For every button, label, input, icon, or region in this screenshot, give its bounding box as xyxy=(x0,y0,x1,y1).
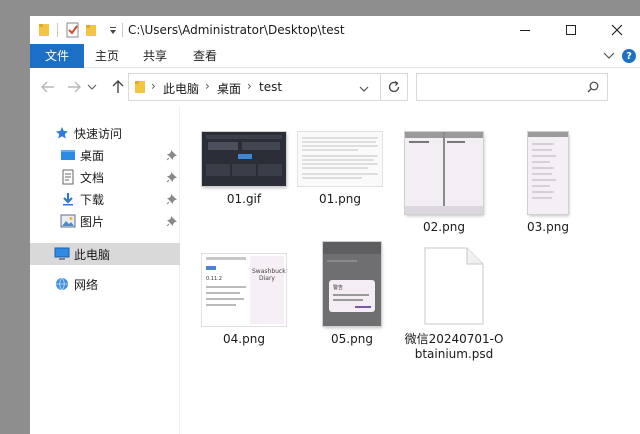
folder-icon xyxy=(38,22,50,38)
back-button[interactable] xyxy=(38,78,58,96)
generic-file-icon xyxy=(423,246,485,326)
nav-item-label: 图片 xyxy=(80,214,105,229)
breadcrumb-separator: › xyxy=(205,79,210,93)
recent-locations-button[interactable] xyxy=(86,78,98,96)
breadcrumb-separator: › xyxy=(151,79,156,93)
search-icon xyxy=(587,81,599,96)
quick-access-dropdown-icon[interactable] xyxy=(108,22,118,38)
window-title: C:\Users\Administrator\Desktop\test xyxy=(128,23,345,37)
file-thumbnail: 0.11.2 Swashbuckler Diary xyxy=(202,254,286,326)
file-thumbnail xyxy=(298,132,382,186)
file-item[interactable]: 03.png xyxy=(503,132,593,235)
file-item[interactable]: 警告 05.png xyxy=(307,242,397,347)
network-icon xyxy=(54,276,70,292)
folder-icon xyxy=(135,80,145,97)
file-item[interactable]: 01.gif xyxy=(199,132,289,207)
breadcrumb-this-pc[interactable]: 此电脑 xyxy=(163,80,199,97)
file-name: 02.png xyxy=(423,220,465,234)
address-bar[interactable]: › 此电脑 › 桌面 › test xyxy=(128,73,408,101)
dialog-title: 警告 xyxy=(333,285,344,291)
nav-item-pictures[interactable]: 图片 xyxy=(30,210,180,232)
close-button[interactable] xyxy=(594,16,640,44)
title-bar: C:\Users\Administrator\Desktop\test xyxy=(30,16,640,44)
nav-item-desktop[interactable]: 桌面 xyxy=(30,144,180,166)
address-dropdown-chevron-icon[interactable] xyxy=(359,82,369,96)
maximize-button[interactable] xyxy=(548,16,594,44)
nav-item-documents[interactable]: 文档 xyxy=(30,166,180,188)
file-name: 01.png xyxy=(319,192,361,206)
tab-view[interactable]: 查看 xyxy=(180,44,230,68)
file-item[interactable]: 02.png xyxy=(399,132,489,235)
properties-icon[interactable] xyxy=(66,22,80,38)
minimize-icon xyxy=(520,30,530,31)
desktop-icon xyxy=(60,147,76,163)
file-item[interactable]: 微信20240701-Obtainium.psd xyxy=(405,246,503,362)
search-input[interactable] xyxy=(423,79,573,95)
nav-this-pc-label: 此电脑 xyxy=(74,247,111,262)
minimize-button[interactable] xyxy=(502,16,548,44)
maximize-icon xyxy=(566,25,576,35)
download-arrow-icon xyxy=(60,191,76,207)
up-button[interactable] xyxy=(108,78,128,96)
refresh-button[interactable] xyxy=(380,73,408,101)
nav-network-label: 网络 xyxy=(74,277,99,292)
star-icon xyxy=(54,125,70,141)
nav-quick-access[interactable]: 快速访问 xyxy=(30,122,180,144)
arrow-up-icon xyxy=(112,80,124,93)
nav-item-label: 下载 xyxy=(80,192,105,207)
address-row: › 此电脑 › 桌面 › test xyxy=(30,68,640,106)
tab-file[interactable]: 文件 xyxy=(30,44,84,68)
file-thumbnail xyxy=(405,132,483,214)
pin-icon[interactable] xyxy=(166,193,178,205)
search-box[interactable] xyxy=(416,73,608,101)
file-thumbnail: 警告 xyxy=(323,242,381,326)
file-name: 01.gif xyxy=(226,192,262,206)
file-name: 微信20240701-Obtainium.psd xyxy=(404,332,504,361)
navigation-pane: 快速访问 桌面 文档 下载 图片 此电脑 网络 xyxy=(30,106,180,434)
nav-item-downloads[interactable]: 下载 xyxy=(30,188,180,210)
file-item[interactable]: 01.png xyxy=(295,132,385,207)
pin-icon[interactable] xyxy=(166,171,178,183)
file-item[interactable]: 0.11.2 Swashbuckler Diary 04.png xyxy=(199,254,289,347)
file-thumbnail xyxy=(202,132,286,186)
file-name: 03.png xyxy=(527,220,569,234)
breadcrumb-test[interactable]: test xyxy=(259,80,282,94)
expand-ribbon-chevron-icon[interactable] xyxy=(602,49,616,63)
nav-this-pc[interactable]: 此电脑 xyxy=(30,243,180,265)
pin-icon[interactable] xyxy=(166,215,178,227)
version-text: 0.11.2 xyxy=(206,276,222,282)
tab-share[interactable]: 共享 xyxy=(130,44,180,68)
chevron-down-icon xyxy=(87,84,97,90)
file-name: 05.png xyxy=(331,332,373,346)
refresh-icon xyxy=(388,80,400,93)
tab-home[interactable]: 主页 xyxy=(84,44,130,68)
arrow-right-icon xyxy=(68,81,81,93)
file-name: 04.png xyxy=(223,332,265,346)
computer-icon xyxy=(54,246,70,262)
swashbuckler-title: Swashbuckler Diary xyxy=(252,268,286,282)
file-view: 01.gif 01.png 02.png 03.png 0.11.2 Swash… xyxy=(181,106,640,434)
help-icon[interactable]: ? xyxy=(622,49,636,63)
picture-icon xyxy=(60,213,76,229)
breadcrumb-separator: › xyxy=(247,79,252,93)
forward-button[interactable] xyxy=(64,78,84,96)
breadcrumb-desktop[interactable]: 桌面 xyxy=(217,80,241,97)
new-folder-icon[interactable] xyxy=(85,22,97,38)
nav-item-label: 文档 xyxy=(80,170,105,185)
document-icon xyxy=(60,169,76,185)
pin-icon[interactable] xyxy=(166,149,178,161)
file-thumbnail xyxy=(528,132,568,214)
title-separator xyxy=(122,23,123,37)
close-icon xyxy=(611,24,623,36)
explorer-window: C:\Users\Administrator\Desktop\test 文件 主… xyxy=(30,16,640,434)
nav-quick-access-label: 快速访问 xyxy=(74,126,123,141)
arrow-left-icon xyxy=(41,81,54,93)
ribbon-tabs: 文件 主页 共享 查看 ? xyxy=(30,44,640,68)
nav-network[interactable]: 网络 xyxy=(30,273,180,295)
nav-item-label: 桌面 xyxy=(80,148,105,163)
